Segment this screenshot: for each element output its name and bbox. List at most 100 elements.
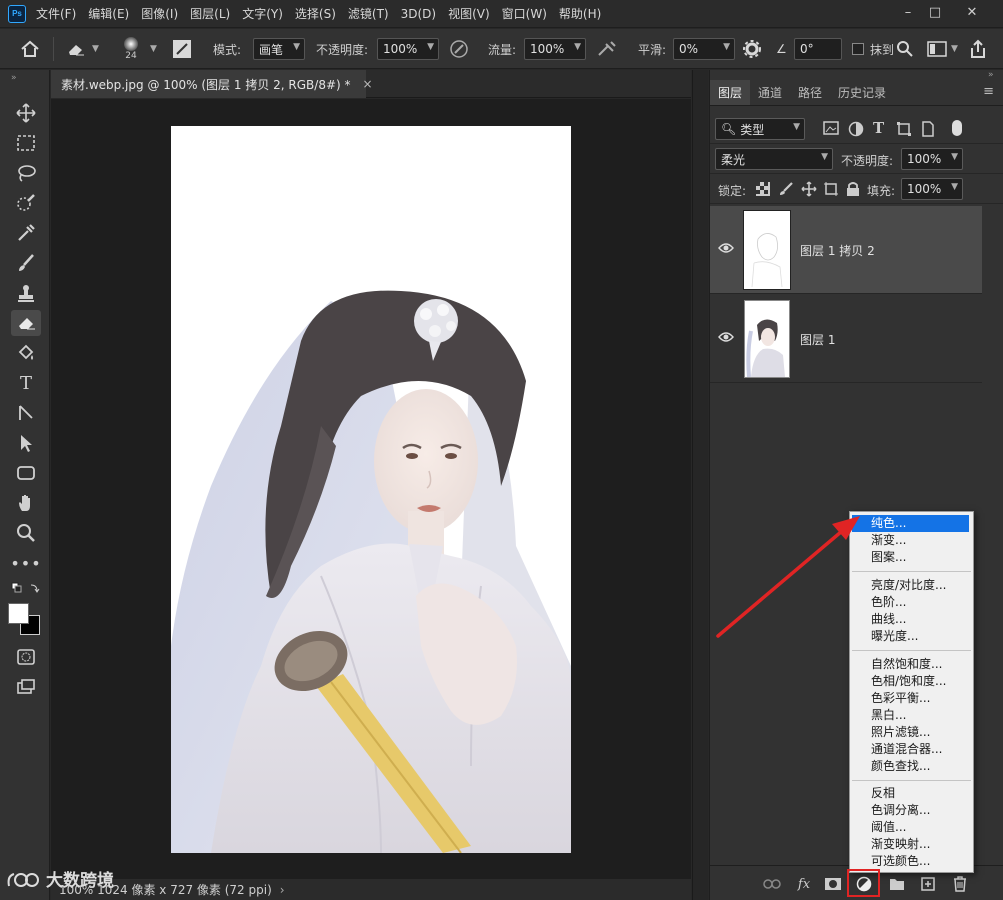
search-icon[interactable] (896, 29, 914, 69)
type-filter-icon[interactable]: T (873, 119, 884, 137)
minimize-button[interactable]: – (893, 0, 923, 24)
menu-item-threshold[interactable]: 阈值... (852, 819, 969, 836)
eye-icon[interactable] (718, 242, 734, 258)
image-filter-icon[interactable] (823, 121, 839, 138)
adjustment-filter-icon[interactable] (848, 121, 864, 140)
menu-help[interactable]: 帮助(H) (553, 0, 607, 28)
more-tools-icon[interactable]: ••• (10, 550, 41, 576)
menu-item-gradient-map[interactable]: 渐变映射... (852, 836, 969, 853)
menu-view[interactable]: 视图(V) (442, 0, 496, 28)
menu-item-black-white[interactable]: 黑白... (852, 707, 969, 724)
lock-pixels-icon[interactable] (778, 181, 794, 200)
layer-row-1[interactable]: 图层 1 (710, 295, 982, 383)
tab-layers[interactable]: 图层 (710, 80, 751, 105)
flow-input[interactable]: 100% ▼ (524, 38, 586, 60)
lock-position-icon[interactable] (801, 181, 817, 200)
eraser-preset-icon[interactable]: ▼ (66, 29, 99, 69)
status-menu-chevron-icon[interactable]: › (280, 883, 285, 897)
marquee-tool-icon[interactable] (11, 130, 41, 156)
angle-input[interactable]: 0° (794, 38, 842, 60)
smart-object-filter-icon[interactable] (921, 121, 935, 140)
menu-file[interactable]: 文件(F) (30, 0, 82, 28)
fx-button[interactable]: fx (794, 874, 814, 894)
panel-menu-icon[interactable]: ≡ (983, 84, 994, 99)
smoothing-input[interactable]: 0% ▼ (673, 38, 735, 60)
shape-filter-icon[interactable] (896, 121, 912, 140)
pressure-opacity-icon[interactable] (449, 29, 469, 69)
menu-item-posterize[interactable]: 色调分离... (852, 802, 969, 819)
menu-select[interactable]: 选择(S) (289, 0, 342, 28)
menu-3d[interactable]: 3D(D) (395, 0, 442, 28)
tab-paths[interactable]: 路径 (790, 80, 830, 105)
gear-icon[interactable] (743, 29, 761, 69)
collapse-toolbar-icon[interactable]: » (11, 73, 41, 83)
zoom-tool-icon[interactable] (11, 520, 41, 546)
menu-item-color-balance[interactable]: 色彩平衡... (852, 690, 969, 707)
lock-all-icon[interactable] (846, 181, 860, 200)
type-tool-icon[interactable]: T (11, 370, 41, 396)
blend-mode-select[interactable]: 柔光 ▼ (715, 148, 833, 170)
lock-transparent-icon[interactable] (756, 182, 770, 199)
menu-type[interactable]: 文字(Y) (236, 0, 289, 28)
eye-icon[interactable] (718, 331, 734, 347)
add-mask-icon[interactable] (823, 874, 843, 894)
swap-colors-icon[interactable] (11, 580, 41, 598)
menu-window[interactable]: 窗口(W) (496, 0, 553, 28)
tab-channels[interactable]: 通道 (750, 80, 790, 105)
menu-filter[interactable]: 滤镜(T) (342, 0, 395, 28)
new-group-icon[interactable] (887, 874, 907, 894)
filter-kind-select[interactable]: 🔍︎ 类型 ▼ (715, 118, 805, 140)
path-selection-tool-icon[interactable] (11, 400, 41, 426)
layer-opacity-input[interactable]: 100% ▼ (901, 148, 963, 170)
foreground-color-swatch[interactable] (8, 603, 29, 624)
hand-tool-icon[interactable] (11, 490, 41, 516)
link-layers-icon[interactable] (762, 874, 782, 894)
layer-row-copy-2[interactable]: 图层 1 拷贝 2 (710, 206, 982, 294)
canvas-area[interactable] (51, 99, 691, 879)
close-tab-icon[interactable]: × (363, 77, 373, 91)
workspace-icon[interactable]: ▼ (927, 29, 958, 69)
color-swatches[interactable] (8, 603, 42, 637)
share-icon[interactable] (968, 29, 988, 69)
eraser-tool-icon[interactable] (11, 310, 41, 336)
menu-item-hue-saturation[interactable]: 色相/饱和度... (852, 673, 969, 690)
brush-size-picker[interactable]: 24 (124, 29, 138, 69)
rectangle-tool-icon[interactable] (11, 460, 41, 486)
quick-mask-icon[interactable] (11, 644, 41, 670)
menu-item-photo-filter[interactable]: 照片滤镜... (852, 724, 969, 741)
new-layer-icon[interactable] (918, 874, 938, 894)
menu-item-selective-color[interactable]: 可选颜色... (852, 853, 969, 870)
menu-image[interactable]: 图像(I) (135, 0, 184, 28)
stamp-tool-icon[interactable] (11, 280, 41, 306)
filter-toggle[interactable] (952, 120, 962, 136)
brush-settings-icon[interactable] (172, 29, 192, 69)
opacity-input[interactable]: 100% ▼ (377, 38, 439, 60)
quick-selection-tool-icon[interactable] (11, 190, 41, 216)
fill-input[interactable]: 100% ▼ (901, 178, 963, 200)
document-tab[interactable]: 素材.webp.jpg @ 100% (图层 1 拷贝 2, RGB/8#) *… (51, 70, 373, 98)
menu-layer[interactable]: 图层(L) (184, 0, 236, 28)
menu-item-vibrance[interactable]: 自然饱和度... (852, 656, 969, 673)
menu-edit[interactable]: 编辑(E) (82, 0, 135, 28)
erase-history-checkbox[interactable]: 抹到 (852, 29, 894, 69)
menu-item-color-lookup[interactable]: 颜色查找... (852, 758, 969, 775)
screen-mode-icon[interactable] (11, 674, 41, 700)
mode-select[interactable]: 画笔 ▼ (253, 38, 305, 60)
delete-layer-icon[interactable] (950, 874, 970, 894)
move-tool-icon[interactable] (11, 100, 41, 126)
close-window-button[interactable]: ✕ (957, 0, 987, 24)
paint-bucket-tool-icon[interactable] (11, 340, 41, 366)
airbrush-icon[interactable] (596, 29, 618, 69)
collapse-panel-icon[interactable]: » (988, 70, 994, 80)
brush-tool-icon[interactable] (11, 250, 41, 276)
direct-select-arrow-icon[interactable] (11, 430, 41, 456)
menu-item-channel-mixer[interactable]: 通道混合器... (852, 741, 969, 758)
eyedropper-tool-icon[interactable] (11, 220, 41, 246)
tab-history[interactable]: 历史记录 (830, 80, 894, 105)
lock-artboard-icon[interactable] (823, 181, 839, 200)
lasso-tool-icon[interactable] (11, 160, 41, 186)
menu-item-invert[interactable]: 反相 (852, 785, 969, 802)
home-icon[interactable] (20, 29, 40, 69)
maximize-button[interactable]: □ (920, 0, 950, 24)
document-canvas[interactable] (171, 126, 571, 853)
